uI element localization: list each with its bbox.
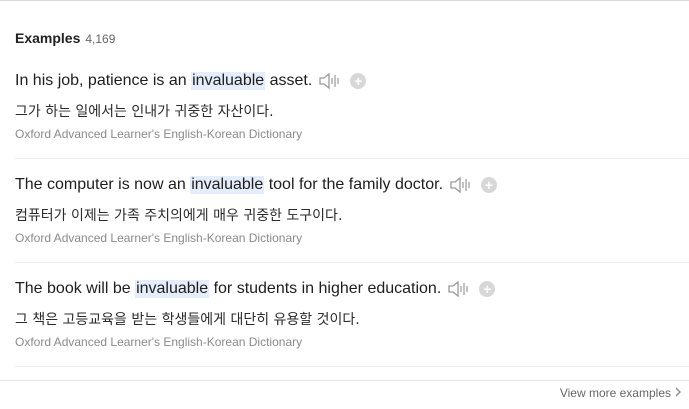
example-source: Oxford Advanced Learner's English-Korean…	[15, 231, 303, 245]
example-item: The computer is now an invaluable tool f…	[15, 158, 689, 263]
speaker-icon[interactable]	[449, 175, 473, 195]
example-translation: 그가 하는 일에서는 인내가 귀중한 자산이다.	[15, 104, 274, 120]
speaker-icon[interactable]	[447, 279, 471, 299]
view-more-examples-link[interactable]: View more examples	[560, 386, 681, 400]
add-to-wordbook-plus-icon[interactable]: +	[479, 281, 496, 297]
highlighted-keyword: invaluable	[190, 176, 265, 194]
footer-divider	[0, 380, 689, 381]
sentence-text: The book will be	[15, 280, 136, 297]
top-divider	[0, 0, 689, 1]
example-sentence: The book will be invaluable for students…	[15, 279, 496, 299]
add-to-wordbook-plus-icon[interactable]: +	[481, 177, 498, 193]
sentence-text: asset.	[265, 72, 313, 89]
example-source: Oxford Advanced Learner's English-Korean…	[15, 127, 303, 141]
sentence-text: In his job, patience is an	[15, 72, 192, 89]
sentence-text: tool for the family doctor.	[264, 176, 444, 193]
sentence-text: The computer is now an	[15, 176, 191, 193]
highlighted-keyword: invaluable	[191, 72, 266, 90]
example-translation: 그 책은 고등교육을 받는 학생들에게 대단히 유용할 것이다.	[15, 312, 360, 328]
example-translation: 컴퓨터가 이제는 가족 주치의에게 매우 귀중한 도구이다.	[15, 208, 343, 224]
example-item: In his job, patience is an invaluable as…	[15, 54, 689, 159]
example-source: Oxford Advanced Learner's English-Korean…	[15, 335, 303, 349]
examples-title: Examples	[15, 30, 81, 46]
sentence-text: for students in higher education.	[209, 280, 442, 297]
examples-header: Examples 4,169	[15, 30, 115, 46]
chevron-right-icon	[675, 386, 681, 400]
view-more-label: View more examples	[559, 386, 671, 400]
example-item: The book will be invaluable for students…	[15, 262, 689, 367]
example-sentence: The computer is now an invaluable tool f…	[15, 175, 498, 195]
add-to-wordbook-plus-icon[interactable]: +	[350, 73, 367, 89]
speaker-icon[interactable]	[318, 71, 342, 91]
highlighted-keyword: invaluable	[135, 280, 210, 298]
examples-count: 4,169	[85, 32, 116, 46]
example-sentence: In his job, patience is an invaluable as…	[15, 71, 367, 91]
